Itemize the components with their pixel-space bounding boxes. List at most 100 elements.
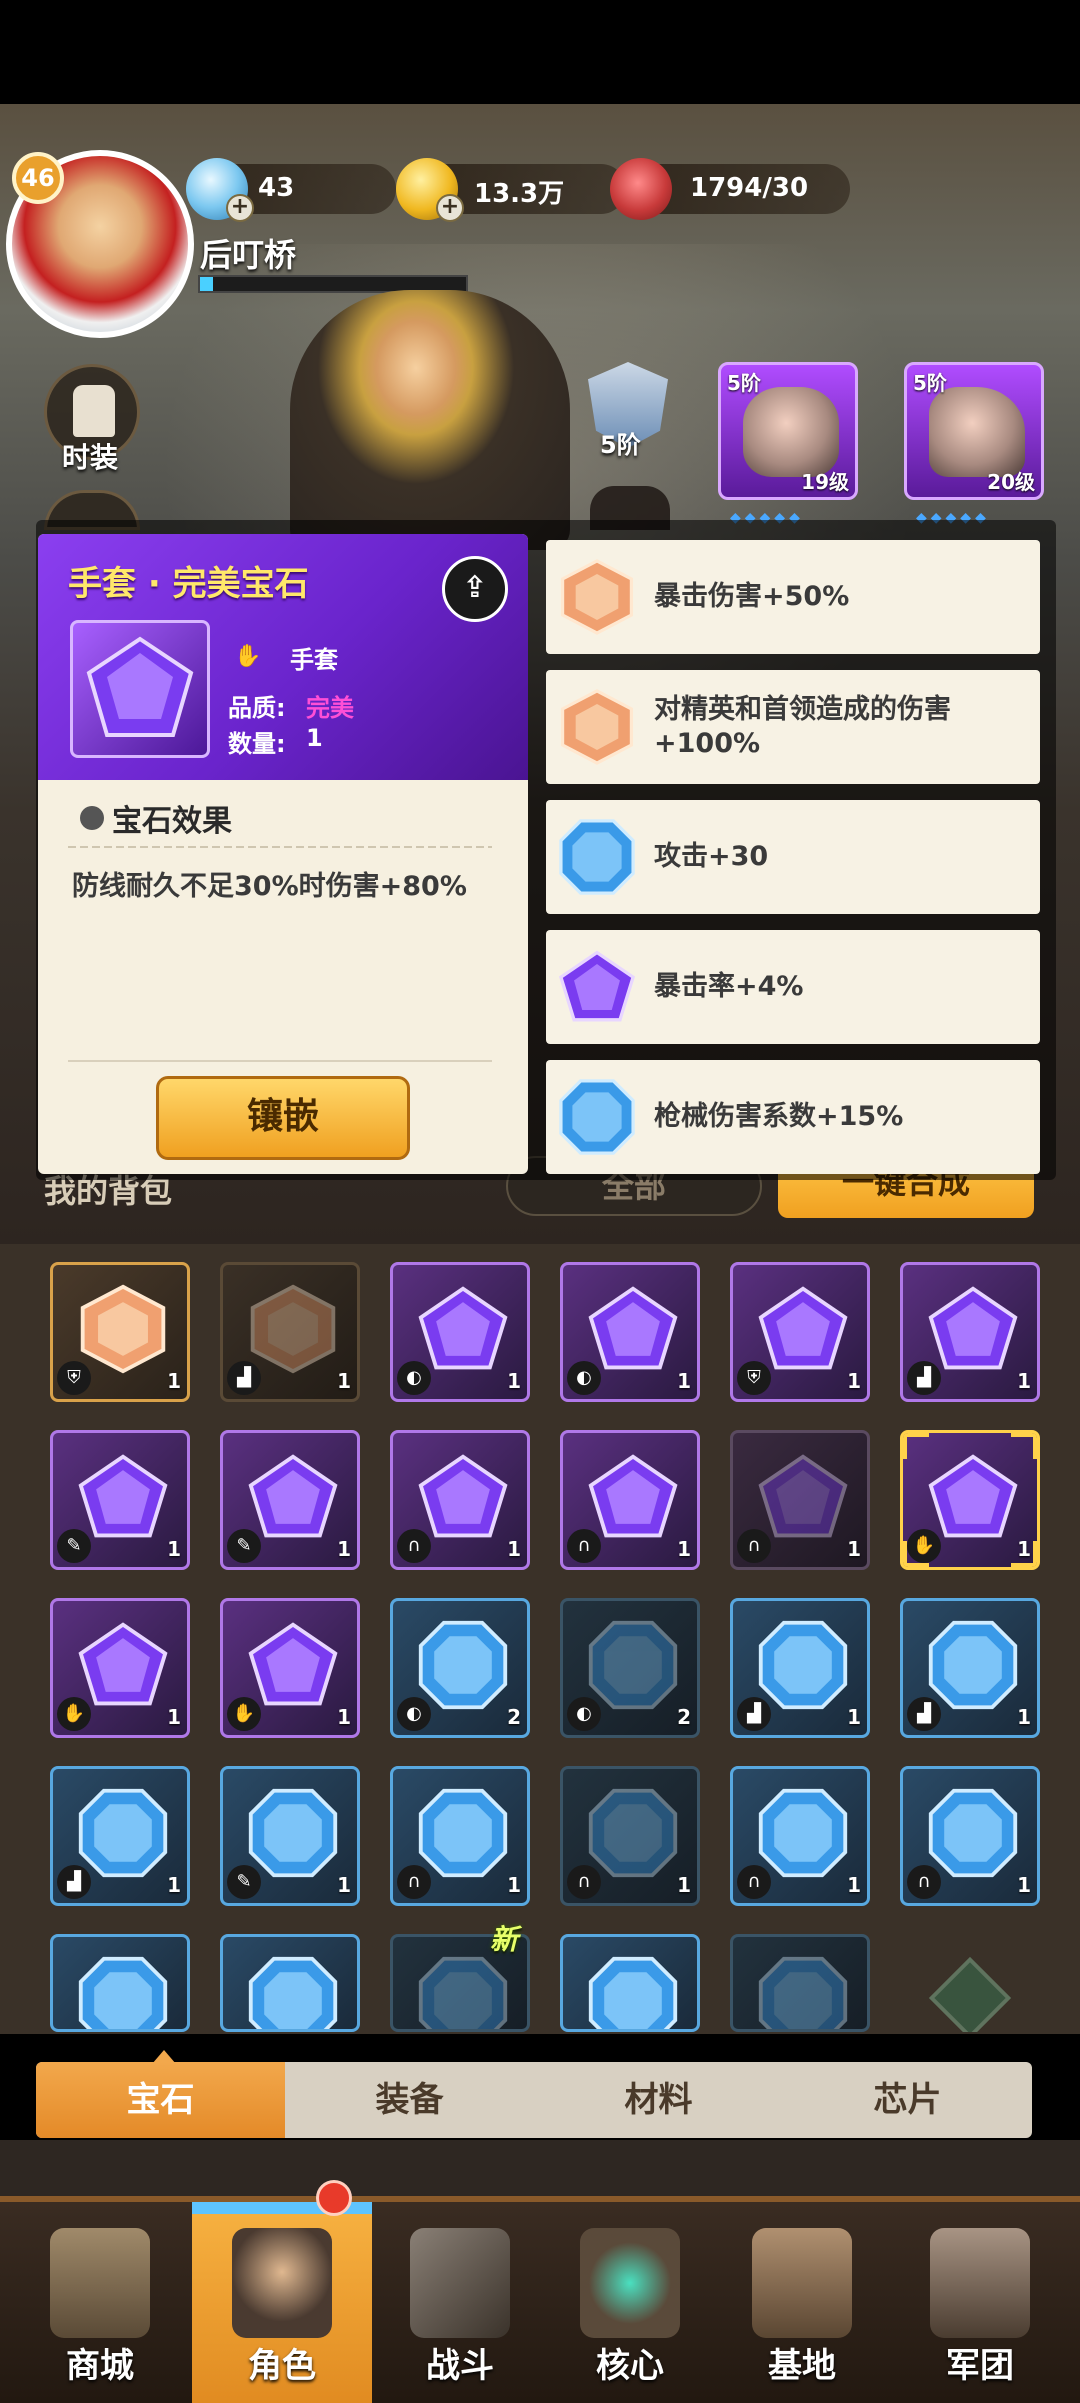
player-level-badge: 46 [12,152,64,204]
bottom-nav: 商城 角色 战斗 核心 基地 军团 [0,2196,1080,2403]
inventory-gem-slot[interactable]: ✎ 1 [50,1430,190,1570]
inventory-gem-slot[interactable]: ◐ 1 [390,1262,530,1402]
inventory-gem-slot[interactable] [560,1934,700,2032]
diamond-value: 43 [258,173,295,203]
inventory-gem-slot[interactable]: ⛨ 1 [50,1262,190,1402]
quality-label: 品质: [228,694,286,722]
nav-core[interactable]: 核心 [540,2202,720,2403]
legion-icon [930,2228,1030,2338]
share-icon[interactable]: ⇪ [442,556,508,622]
selection-corner [903,1433,929,1459]
nav-label: 商城 [66,2346,134,2386]
tab-materials[interactable]: 材料 [534,2062,783,2138]
gem-count: 2 [677,1705,691,1729]
coin-counter[interactable]: + 13.3万 [396,158,626,222]
gun-icon: ✎ [227,1529,261,1563]
gem-effect-row[interactable]: 对精英和首领造成的伤害+100% [546,670,1040,784]
boots-icon: ▟ [227,1361,261,1395]
gem-count: 1 [507,1369,521,1393]
inventory-gem-slot[interactable]: ∩ 1 [730,1430,870,1570]
gem-count: 1 [337,1537,351,1561]
inventory-gem-slot[interactable]: ∩ 1 [390,1766,530,1906]
inventory-gem-slot[interactable]: ◐ 1 [560,1262,700,1402]
inventory-gem-slot[interactable] [50,1934,190,2032]
nav-base[interactable]: 基地 [712,2202,892,2403]
purple-gem-icon [585,1281,681,1377]
gem-effect-text: 暴击率+4% [654,971,804,1002]
xp-bar-fill [200,277,213,291]
diamond-counter[interactable]: + 43 [186,158,396,222]
inventory-gem-slot[interactable]: ▟ 1 [730,1598,870,1738]
inventory-gem-slot[interactable]: ∩ 1 [900,1766,1040,1906]
purple-gem-icon [75,1617,171,1713]
jacket-icon [73,385,115,437]
blue-gem-icon [585,1617,681,1713]
nav-legion[interactable]: 军团 [890,2202,1070,2403]
add-coin-button[interactable]: + [436,194,464,222]
blue-gem-icon [755,1617,851,1713]
stamina-counter[interactable]: 1794/30 [610,158,850,220]
inventory-gem-slot[interactable]: ✋ 1 [900,1430,1040,1570]
boots-icon: ▟ [907,1361,941,1395]
blue-gem-icon [556,1076,638,1158]
pants-icon: ∩ [567,1529,601,1563]
inventory-gem-slot[interactable] [900,1934,1040,2032]
inventory-gem-slot[interactable]: ◐ 2 [560,1598,700,1738]
pants-icon: ∩ [567,1865,601,1899]
gem-effect-row[interactable]: 攻击+30 [546,800,1040,914]
game-screen: 46 后叮桥 + 43 + 13.3万 1794/30 时装 5阶 5阶 19级… [0,0,1080,2403]
inventory-gem-slot[interactable]: ✋ 1 [50,1598,190,1738]
inventory-gem-slot[interactable]: ✋ 1 [220,1598,360,1738]
meat-icon [610,158,672,220]
inventory-gem-slot[interactable]: ✎ 1 [220,1430,360,1570]
equip-slot-boots[interactable]: 5阶 20级 [904,362,1044,500]
inventory-gem-slot[interactable]: ∩ 1 [730,1766,870,1906]
nav-label: 军团 [946,2346,1014,2386]
nav-label: 基地 [768,2346,836,2386]
new-badge: 新 [490,1923,519,1956]
nav-character[interactable]: 角色 [192,2202,372,2403]
gem-count: 1 [167,1369,181,1393]
tab-equipment[interactable]: 装备 [285,2062,534,2138]
glove-icon: ✋ [57,1697,91,1731]
add-diamond-button[interactable]: + [226,194,254,222]
inventory-gem-slot[interactable]: ◐ 2 [390,1598,530,1738]
purple-gem-icon [245,1449,341,1545]
boots-icon: ▟ [57,1865,91,1899]
gun-icon: ✎ [227,1865,261,1899]
inventory-gem-slot[interactable]: ▟ 1 [900,1598,1040,1738]
inventory-gem-slot[interactable]: ▟ 1 [220,1262,360,1402]
equip-level: 20级 [987,470,1035,494]
blue-gem-icon [556,816,638,898]
inventory-gem-slot[interactable] [220,1934,360,2032]
gem-effect-row[interactable]: 暴击伤害+50% [546,540,1040,654]
inventory-gem-slot[interactable]: ✎ 1 [220,1766,360,1906]
boots-icon [929,387,1025,477]
inventory-gem-slot[interactable] [730,1934,870,2032]
inventory-gem-slot[interactable]: ⛨ 1 [730,1262,870,1402]
embed-button[interactable]: 镶嵌 [156,1076,410,1160]
quantity-value: 1 [306,724,323,752]
nav-battle[interactable]: 战斗 [370,2202,550,2403]
inventory-gem-slot[interactable]: ▟ 1 [900,1262,1040,1402]
equip-slot-helmet[interactable]: 5阶 19级 [718,362,858,500]
gem-count: 1 [847,1369,861,1393]
gem-count: 1 [847,1705,861,1729]
inventory-gem-slot[interactable]: ∩ 1 [560,1766,700,1906]
blue-gem-icon [75,1953,171,2029]
gem-large-slot [70,620,210,758]
inventory-gem-slot[interactable]: ∩ 1 [560,1430,700,1570]
tab-gems[interactable]: 宝石 [36,2062,285,2138]
battle-icon [410,2228,510,2338]
gem-effect-row[interactable]: 暴击率+4% [546,930,1040,1044]
purple-gem-icon [86,636,194,737]
nav-shop[interactable]: 商城 [10,2202,190,2403]
gem-card-title: 手套 · 完美宝石 [68,564,309,604]
inventory-gem-slot[interactable]: ∩ 1 [390,1430,530,1570]
tab-chips[interactable]: 芯片 [783,2062,1032,2138]
gem-effect-row[interactable]: 枪械伤害系数+15% [546,1060,1040,1174]
inventory-gem-slot[interactable]: ▟ 1 [50,1766,190,1906]
blue-gem-icon [415,1785,511,1881]
blue-gem-icon [925,1785,1021,1881]
glove-icon: ✋ [234,644,262,669]
